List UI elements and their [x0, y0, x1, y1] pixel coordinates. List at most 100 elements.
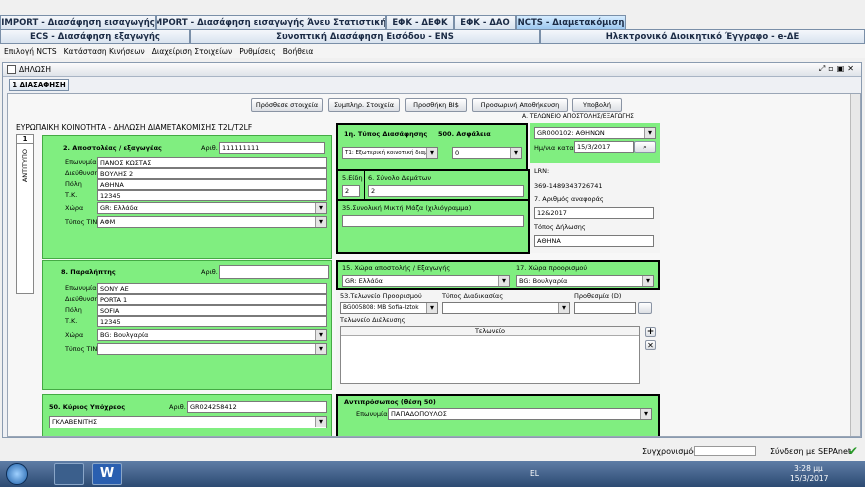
declaration-window: ΔΗΛΩΣΗ ⤢▫▣✕ 1 ΔΙΑΣΑΦΗΣΗ Πρόσθεσε στοιχεί… [2, 62, 862, 438]
form-header: ΕΥΡΩΠΑΙΚΗ ΚΟΙΝΟΤΗΤΑ - ΔΗΛΩΣΗ ΔΙΑΜΕΤΑΚΟΜΙ… [16, 123, 253, 132]
tab-import-nostat[interactable]: IMPORT - Διασάφηση εισαγωγής Άνευ Στατισ… [156, 15, 386, 30]
taskbar-app-word[interactable]: W [92, 463, 122, 485]
calendar-button[interactable]: ⌕ [634, 141, 656, 153]
consignee-city-label: Πόλη [65, 306, 82, 314]
sender-tin-select[interactable]: ΑΦΜ [97, 216, 327, 228]
add-bis-button[interactable]: Προσθήκη BI$ [405, 98, 467, 112]
menu-data[interactable]: Διαχείριση Στοιχείων [152, 47, 233, 56]
decl-type-label: 1η. Τύπος Διασάφησης [344, 130, 428, 138]
tab-diasafisi[interactable]: 1 ΔΙΑΣΑΦΗΣΗ [9, 79, 69, 91]
place-label: Τόπος Δήλωσης [534, 223, 586, 231]
consignee-zip-input[interactable]: 12345 [97, 316, 327, 327]
decl-type-select[interactable]: T1: Εξωτερική κοινοτική διαμετ [342, 147, 438, 159]
calendar-icon: ⌕ [643, 142, 647, 151]
sender-zip-input[interactable]: 12345 [97, 190, 327, 201]
destination-panel: 53.Τελωνείο Προορισμού BG005808: MB Sofi… [336, 290, 660, 400]
principal-name-select[interactable]: ΓΚΛΑΒΕΝΙΤΗΣ [49, 416, 327, 428]
deadline-calendar-button[interactable] [638, 302, 652, 314]
save-draft-button[interactable]: Προσωρινή Αποθήκευση [472, 98, 568, 112]
security-select[interactable]: 0 [452, 147, 522, 159]
taskbar-app-ncts[interactable] [54, 463, 84, 485]
tab-efk-dao[interactable]: ΕΦΚ - ΔΑΟ [454, 15, 516, 30]
transit-table[interactable]: Τελωνείο [340, 326, 640, 384]
sender-arith-input[interactable]: 111111111 [219, 142, 325, 154]
consignee-tin-select[interactable] [97, 343, 327, 355]
form-area: Πρόσθεσε στοιχεία Συμπληρ. Στοιχεία Προσ… [7, 93, 861, 437]
lrn-panel: LRN: 369-1489343726741 7. Αριθμός αναφορ… [530, 163, 660, 253]
consignee-city-input[interactable]: SOFIA [97, 305, 327, 316]
items-panel: 5.Είδη 2 6. Σύνολο Δεμάτων 2 [336, 169, 530, 201]
reg-date-input[interactable]: 15/3/2017 [574, 141, 634, 153]
principal-arith-label: Αριθ. [169, 403, 186, 411]
taskbar: W EL 3:28 μμ 15/3/2017 [0, 461, 865, 487]
place-input[interactable]: AΘHNA [534, 235, 654, 247]
consignee-zip-label: Τ.Κ. [65, 317, 78, 325]
dest-office-select[interactable]: BG005808: MB Sofia-Iztok [340, 302, 438, 314]
dest-country-select[interactable]: BG: Βουλγαρία [516, 275, 654, 287]
sender-addr-input[interactable]: ΒΟΥΛΗΣ 2 [97, 168, 327, 179]
countries-panel: 15. Χώρα αποστολής / Εξαγωγής GR: Ελλάδα… [336, 260, 660, 290]
sender-addr-label: Διεύθυνση [65, 169, 99, 177]
menu-settings[interactable]: Ρυθμίσεις [239, 47, 276, 56]
tab-ens[interactable]: Συνοπτική Διασάφηση Εισόδου - ENS [190, 29, 540, 44]
language-indicator[interactable]: EL [530, 469, 539, 478]
submit-button[interactable]: Υποβολή [572, 98, 622, 112]
tab-import[interactable]: IMPORT - Διασάφηση εισαγωγής [0, 15, 156, 30]
mass-label: 35.Συνολική Μικτή Μάζα (χιλιόγραμμα) [342, 204, 472, 212]
tab-efk-defk[interactable]: ΕΦΚ - ΔΕΦΚ [386, 15, 454, 30]
sender-panel: 2. Αποστολέας / εξαγωγέας Αριθ. 11111111… [42, 135, 332, 259]
consignee-name-label: Επωνυμία [65, 284, 97, 292]
deadline-label: Προθεσμία (D) [574, 292, 622, 300]
sender-name-input[interactable]: ΠΑΝΟΣ ΚΩΣΤΑΣ [97, 157, 327, 168]
dest-country-label: 17. Χώρα προορισμού [516, 264, 588, 272]
lrn-label: LRN: [534, 167, 550, 175]
consignee-country-select[interactable]: BG: Βουλγαρία [97, 329, 327, 341]
dispatch-country-select[interactable]: GR: Ελλάδα [342, 275, 510, 287]
representative-panel: Αντιπρόσωπος (θέση 50) Επωνυμία ΠΑΠΑΔΟΠΟ… [336, 394, 660, 436]
sender-country-label: Χώρα [65, 204, 84, 212]
add-row-button[interactable]: + [645, 327, 656, 337]
menu-help[interactable]: Βοήθεια [283, 47, 314, 56]
tab-e-de[interactable]: Ηλεκτρονικό Διοικητικό Έγγραφο - e-ΔΕ [540, 29, 865, 44]
sender-country-select[interactable]: GR: Ελλάδα [97, 202, 327, 214]
tray-time: 3:28 μμ [794, 464, 823, 473]
office-select[interactable]: GR000102: ΑΘΗΝΩΝ [534, 127, 656, 139]
tabs-row-1: IMPORT - Διασάφηση εισαγωγής IMPORT - Δι… [0, 15, 626, 30]
ref-input[interactable]: 12&2017 [534, 207, 654, 219]
window-checkbox[interactable] [7, 65, 16, 74]
principal-title: 50. Κύριος Υπόχρεος [49, 403, 126, 411]
scrollbar[interactable] [850, 94, 860, 436]
items-label: 5.Είδη [342, 174, 363, 182]
sender-title: 2. Αποστολέας / εξαγωγέας [63, 144, 162, 152]
office-header: Α. ΤΕΛΩΝΕΙΟ ΑΠΟΣΤΟΛΗΣ/ΕΞΑΓΩΓΗΣ [522, 113, 634, 120]
remove-row-button[interactable]: ✕ [645, 340, 656, 350]
consignee-name-input[interactable]: SONY AE [97, 283, 327, 294]
rep-name-select[interactable]: ΠΑΠΑΔΟΠΟΥΛΟΣ [388, 408, 652, 420]
menu-ncts[interactable]: Επιλογή NCTS [4, 47, 57, 56]
add-data-button[interactable]: Πρόσθεσε στοιχεία [251, 98, 323, 112]
procedure-select[interactable] [442, 302, 570, 314]
tab-ncts[interactable]: NCTS - Διαμετακόμιση [516, 15, 626, 30]
principal-arith-input[interactable]: GR024258412 [187, 401, 327, 413]
copy-column: 1 ΑΝΤΙΤΥΠΟ [16, 134, 34, 294]
tab-ecs[interactable]: ECS - Διασάφηση εξαγωγής [0, 29, 190, 44]
packages-input[interactable]: 2 [368, 185, 524, 197]
sender-city-input[interactable]: ΑΘΗΝΑ [97, 179, 327, 190]
decl-type-panel: 1η. Τύπος Διασάφησης 500. Ασφάλεια T1: Ε… [336, 123, 528, 171]
consignee-country-label: Χώρα [65, 331, 84, 339]
menu-status[interactable]: Κατάσταση Κινήσεων [64, 47, 145, 56]
consignee-tin-label: Τύπος TIN [65, 345, 98, 353]
principal-panel: 50. Κύριος Υπόχρεος Αριθ. GR024258412 ΓΚ… [42, 394, 332, 436]
fill-data-button[interactable]: Συμπληρ. Στοιχεία [328, 98, 400, 112]
sender-arith-label: Αριθ. [201, 144, 218, 152]
mass-input[interactable] [342, 215, 524, 227]
mass-panel: 35.Συνολική Μικτή Μάζα (χιλιόγραμμα) [336, 199, 530, 254]
start-button[interactable] [6, 463, 28, 485]
consignee-arith-input[interactable] [219, 265, 329, 279]
items-input[interactable]: 2 [342, 185, 360, 197]
window-controls[interactable]: ⤢▫▣✕ [819, 64, 857, 74]
deadline-input[interactable] [574, 302, 636, 314]
consignee-addr-input[interactable]: PORTA 1 [97, 294, 327, 305]
lrn-value: 369-1489343726741 [534, 182, 603, 190]
dest-office-label: 53.Τελωνείο Προορισμού [340, 292, 422, 300]
